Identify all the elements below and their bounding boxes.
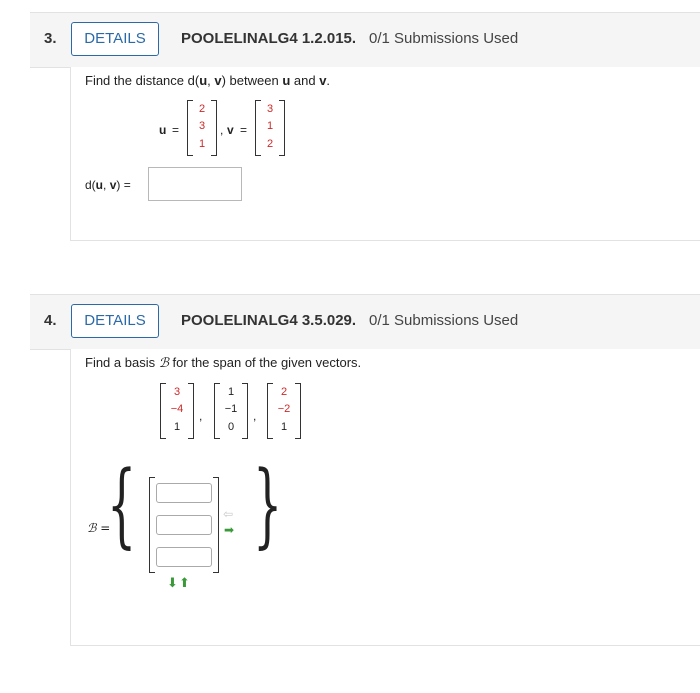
vector-entry: −2 [277,403,291,415]
u-label: u [159,123,167,137]
right-bracket [211,100,217,156]
question-prompt: Find a basis ℬ for the span of the given… [85,355,361,371]
given-vector-3: 2 −2 1 [267,383,301,439]
vector-entry: 1 [266,120,274,132]
basis-entry-input-3[interactable] [156,547,212,567]
vector-entry: 2 [266,138,274,150]
equals-sign: = [172,123,180,137]
label-text: ) = [116,178,131,192]
remove-column-arrow-icon[interactable]: ⇦ [223,507,233,521]
label-u: u [95,178,104,192]
add-row-arrow-icon[interactable]: ⬇ [167,576,178,591]
submissions-used: 0/1 Submissions Used [369,312,519,329]
left-bracket [149,477,155,573]
answer-label: d(u, v) = [85,178,131,192]
comma: , [199,409,203,423]
right-bracket [279,100,285,156]
vector-entry: 2 [280,386,288,398]
right-bracket [188,383,194,439]
vector-entry: 0 [227,421,235,433]
right-brace: } [253,451,283,558]
vector-entry: 3 [266,103,274,115]
u-vector: 2 3 1 [187,100,217,156]
question-id: POOLELINALG4 3.5.029. [181,312,357,329]
remove-row-arrow-icon[interactable]: ⬆ [179,576,190,591]
question-id: POOLELINALG4 1.2.015. [181,30,357,47]
details-button[interactable]: DETAILS [71,304,159,338]
prompt-text: Find a basis [85,355,159,370]
vector-entry: 2 [198,103,206,115]
basis-entry-input-1[interactable] [156,483,212,503]
comma: , [253,409,257,423]
vector-entry: 1 [227,386,235,398]
distance-answer-input[interactable] [148,167,242,201]
prompt-text: and [290,73,320,88]
question-3-body: Find the distance d(u, v) between u and … [70,67,700,241]
given-vector-2: 1 −1 0 [214,383,248,439]
prompt-text: Find the distance d( [85,73,200,88]
vector-entry: 1 [198,138,206,150]
prompt-u: u [199,73,208,88]
question-number: 4. [44,312,57,329]
basis-entry-input-2[interactable] [156,515,212,535]
equals-sign: = [240,123,248,137]
basis-symbol: ℬ [158,356,169,371]
label-text: d( [85,178,96,192]
right-bracket [213,477,219,573]
v-vector: 3 1 2 [255,100,285,156]
vector-entry: 1 [173,421,181,433]
details-button[interactable]: DETAILS [71,22,159,56]
vector-entry: 3 [198,120,206,132]
vector-entry: −1 [224,403,238,415]
basis-vector-matrix [149,477,219,573]
vector-entry: 3 [173,386,181,398]
right-bracket [295,383,301,439]
v-label: v [227,123,234,137]
add-column-arrow-icon[interactable]: ➡ [224,523,234,537]
question-4-header: 4. DETAILS POOLELINALG4 3.5.029. 0/1 Sub… [30,294,700,350]
vector-entry: −4 [170,403,184,415]
vector-entry: 1 [280,421,288,433]
right-bracket [242,383,248,439]
given-vector-1: 3 −4 1 [160,383,194,439]
prompt-text: ) between [221,73,283,88]
question-number: 3. [44,30,57,47]
question-prompt: Find the distance d(u, v) between u and … [85,73,330,88]
prompt-v: v [214,73,222,88]
prompt-text: for the span of the given vectors. [168,355,362,370]
left-brace: { [107,451,137,558]
submissions-used: 0/1 Submissions Used [369,30,519,47]
comma: , [220,123,224,137]
label-text: , [103,178,110,192]
prompt-text: . [326,73,331,88]
question-4-body: Find a basis ℬ for the span of the given… [70,349,700,646]
question-3-header: 3. DETAILS POOLELINALG4 1.2.015. 0/1 Sub… [30,12,700,68]
